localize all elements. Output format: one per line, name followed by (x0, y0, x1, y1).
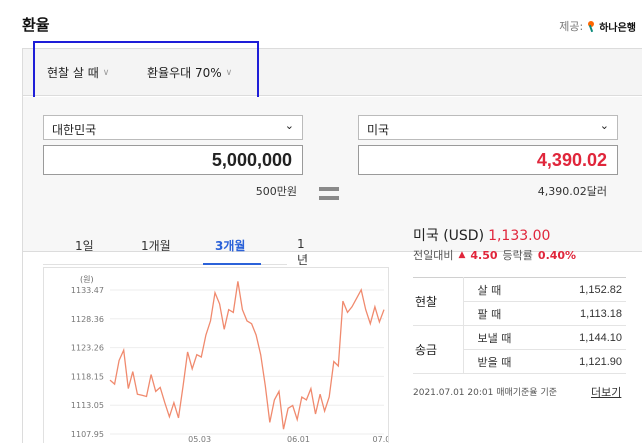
preference-dropdown[interactable]: 환율우대 70% ∨ (147, 64, 232, 81)
period-tabs: 1일 1개월 3개월 1년 (43, 229, 308, 267)
y-unit-label: (원) (80, 275, 94, 284)
currency-change: 전일대비 ▲ 4.50 등락률 0.40% (413, 247, 576, 263)
table-row: 현찰 살 때 1,152.82 (413, 277, 626, 326)
trade-type-dropdown[interactable]: 현찰 살 때 ∨ (47, 64, 109, 81)
row-label: 받을 때 (463, 349, 533, 374)
to-amount-text: 4,390.02달러 (537, 185, 607, 198)
y-tick-label: 1107.95 (71, 430, 104, 439)
from-amount-input[interactable]: 5,000,000 (43, 145, 303, 175)
change-rate-value: 0.40% (537, 248, 577, 262)
page-title: 환율 (22, 16, 50, 34)
bank-logo-icon (587, 21, 597, 31)
equals-icon (319, 187, 339, 201)
row-value: 1,152.82 (533, 277, 626, 302)
active-tab-indicator (203, 263, 261, 265)
change-value: 4.50 (470, 248, 498, 262)
row-label: 보낼 때 (463, 325, 533, 350)
provider-info: 제공: 하나은행 (559, 18, 636, 34)
rate-table: 현찰 살 때 1,152.82 팔 때 1,113.18 송금 보낼 때 1,1… (413, 277, 626, 374)
row-value: 1,121.90 (533, 349, 626, 374)
exchange-panel: 현찰 살 때 ∨ 환율우대 70% ∨ 대한민국 ⌄ 5,000,000 500… (22, 41, 642, 443)
chevron-down-icon: ∨ (225, 67, 233, 78)
chart-svg: (원) 1133.47 1128.36 1123.26 1118.15 1113.05 11… (71, 275, 388, 443)
prev-day-label: 전일대비 (413, 249, 454, 262)
up-triangle-icon: ▲ (458, 250, 466, 260)
from-country-select[interactable]: 대한민국 ⌄ (43, 115, 303, 140)
currency-rate: 1,133.00 (488, 228, 551, 244)
from-country-label: 대한민국 (52, 123, 97, 137)
currency-title: 미국 (USD) 1,133.00 (413, 225, 550, 245)
to-country-select[interactable]: 미국 ⌄ (358, 115, 618, 140)
y-tick-label: 1133.47 (71, 286, 104, 295)
trade-type-label: 현찰 살 때 (47, 66, 99, 80)
more-link[interactable]: 더보기 (591, 384, 621, 400)
options-bar: 현찰 살 때 ∨ 환율우대 70% ∨ (23, 41, 642, 102)
tab-1-day[interactable]: 1일 (75, 237, 94, 254)
table-row: 송금 보낼 때 1,144.10 (413, 325, 626, 374)
x-tick-label: 06.01 (287, 435, 310, 443)
transfer-group-label: 송금 (413, 325, 464, 374)
provider-label: 제공: (559, 20, 584, 33)
row-value: 1,144.10 (533, 325, 626, 350)
currency-name: 미국 (USD) (413, 228, 485, 244)
row-label: 살 때 (463, 277, 533, 302)
change-rate-label: 등락률 (502, 249, 533, 262)
tab-1-year[interactable]: 1년 (297, 237, 308, 268)
x-tick-label: 07.01 (373, 435, 388, 443)
row-label: 팔 때 (463, 301, 533, 326)
x-tick-label: 05.03 (188, 435, 211, 443)
row-value: 1,113.18 (533, 301, 626, 326)
chevron-down-icon: ∨ (102, 67, 110, 78)
y-tick-label: 1128.36 (71, 315, 104, 324)
rate-line (109, 281, 385, 430)
cash-group-label: 현찰 (413, 277, 464, 326)
to-amount-input[interactable]: 4,390.02 (358, 145, 618, 175)
tab-3-months[interactable]: 3개월 (215, 237, 245, 254)
y-tick-label: 1123.26 (71, 344, 104, 353)
to-country-label: 미국 (367, 123, 390, 137)
from-amount-text: 500만원 (255, 185, 297, 198)
y-tick-label: 1113.05 (71, 401, 104, 410)
y-tick-label: 1118.15 (71, 372, 104, 381)
caret-down-icon: ⌄ (284, 119, 294, 132)
tab-1-month[interactable]: 1개월 (141, 237, 171, 254)
timestamp-note: 2021.07.01 20:01 매매기준율 기준 (413, 388, 558, 398)
caret-down-icon: ⌄ (599, 119, 609, 132)
bank-name: 하나은행 (599, 22, 636, 34)
bank-logo[interactable]: 하나은행 (587, 19, 636, 34)
preference-label: 환율우대 70% (147, 66, 222, 80)
rate-chart[interactable]: (원) 1133.47 1128.36 1123.26 1118.15 1113.05 11… (43, 267, 389, 443)
